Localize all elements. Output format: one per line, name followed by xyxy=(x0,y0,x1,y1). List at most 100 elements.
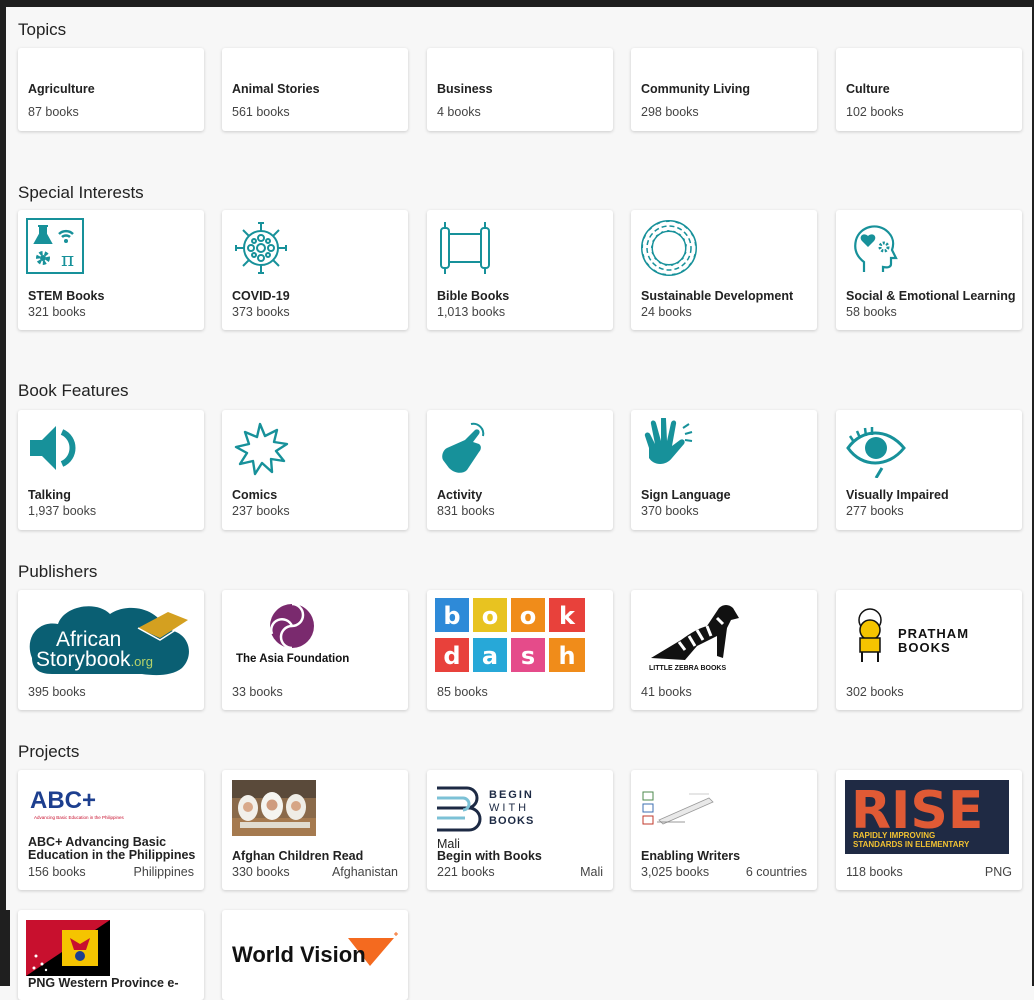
card-country: PNG xyxy=(984,865,1012,879)
card-count: 277 books xyxy=(846,504,904,518)
section-title-special-interests: Special Interests xyxy=(18,183,144,202)
png-flag-logo xyxy=(26,920,110,976)
section-title-book-features: Book Features xyxy=(18,381,129,400)
logo-letter: o xyxy=(520,602,537,630)
feature-card-activity[interactable]: Activity 831 books xyxy=(427,410,613,530)
sdg-wheel-icon xyxy=(641,220,697,276)
topic-card-business[interactable]: Business 4 books xyxy=(427,48,613,131)
card-count: 370 books xyxy=(641,504,699,518)
project-card-abc-plus[interactable]: ABC+ Advancing Basic Education in the Ph… xyxy=(18,770,204,890)
card-title: Community Living xyxy=(641,82,751,96)
card-count: 1,937 books xyxy=(28,504,97,518)
logo-subtext-line2: STANDARDS IN ELEMENTARY xyxy=(853,840,970,849)
logo-text: World Vision xyxy=(232,942,366,967)
card-count: 33 books xyxy=(232,685,283,699)
card-country: Philippines xyxy=(133,865,194,879)
card-count: 156 books xyxy=(28,865,86,879)
asia-foundation-logo: The Asia Foundation xyxy=(236,602,349,665)
world-vision-logo: World Vision xyxy=(232,932,398,967)
head-heart-icon xyxy=(854,225,898,272)
project-card-begin-with-books[interactable]: BEGIN WITH BOOKS Mali Begin with Books 2… xyxy=(427,770,613,890)
card-count: 3,025 books xyxy=(641,865,710,879)
card-count: 330 books xyxy=(232,865,290,879)
logo-letter: k xyxy=(559,602,576,630)
special-card-bible[interactable]: Bible Books 1,013 books xyxy=(427,210,613,330)
logo-letter: h xyxy=(558,642,575,670)
special-card-stem[interactable]: π STEM Books 321 books xyxy=(18,210,204,330)
publisher-card-little-zebra[interactable]: LITTLE ZEBRA BOOKS 41 books xyxy=(631,590,817,710)
little-zebra-logo: LITTLE ZEBRA BOOKS xyxy=(649,605,739,672)
special-card-covid[interactable]: COVID-19 373 books xyxy=(222,210,408,330)
sign-hand-icon xyxy=(644,418,693,464)
card-count: 58 books xyxy=(846,305,897,319)
logo-text: LITTLE ZEBRA BOOKS xyxy=(649,665,726,672)
logo-text-org: .org xyxy=(131,654,153,669)
project-card-world-vision[interactable]: World Vision xyxy=(222,910,408,1000)
card-title: Sustainable Development xyxy=(641,289,794,303)
card-title: ABC+ Advancing Basic Education in the Ph… xyxy=(28,836,195,862)
card-title: Enabling Writers xyxy=(641,849,741,863)
logo-subtext-line1: RAPIDLY IMPROVING xyxy=(853,831,935,840)
window-frame-corner xyxy=(0,910,10,986)
topic-card-community-living[interactable]: Community Living 298 books xyxy=(631,48,817,131)
card-title: Begin with Books xyxy=(437,849,542,863)
card-count: 373 books xyxy=(232,305,290,319)
begin-with-books-logo: BEGIN WITH BOOKS xyxy=(437,786,534,832)
card-title: Sign Language xyxy=(641,488,731,502)
logo-letter: d xyxy=(443,642,460,670)
abc-plus-logo: ABC+ Advancing Basic Education in the Ph… xyxy=(30,787,125,820)
logo-text: The Asia Foundation xyxy=(236,653,349,665)
publisher-card-african-storybook[interactable]: African Storybook.org 395 books xyxy=(18,590,204,710)
section-title-topics: Topics xyxy=(18,20,67,39)
card-count: 24 books xyxy=(641,305,692,319)
topic-card-culture[interactable]: Culture 102 books xyxy=(836,48,1022,131)
section-title-projects: Projects xyxy=(18,742,80,761)
logo-text-line2: BOOKS xyxy=(898,640,951,655)
logo-text-line3: BOOKS xyxy=(489,815,534,827)
logo-text-line1: PRATHAM xyxy=(898,626,969,641)
topic-card-agriculture[interactable]: Agriculture 87 books xyxy=(18,48,204,131)
feature-card-sign-language[interactable]: Sign Language 370 books xyxy=(631,410,817,530)
publisher-card-book-dash[interactable]: b o o k d a s h 85 books xyxy=(427,590,613,710)
eye-icon xyxy=(846,427,906,478)
logo-text-line2: WITH xyxy=(489,802,529,814)
feature-card-comics[interactable]: Comics 237 books xyxy=(222,410,408,530)
topic-card-animal-stories[interactable]: Animal Stories 561 books xyxy=(222,48,408,131)
card-count: 831 books xyxy=(437,504,495,518)
card-title: Business xyxy=(437,82,493,96)
special-card-sustainable-development[interactable]: Sustainable Development 24 books xyxy=(631,210,817,330)
svg-text:π: π xyxy=(61,247,74,271)
logo-letter: a xyxy=(482,642,498,670)
afghan-children-photo xyxy=(232,780,316,836)
project-card-enabling-writers[interactable]: Enabling Writers 3,025 books 6 countries xyxy=(631,770,817,890)
card-title: Bible Books xyxy=(437,289,510,303)
card-country: Mali xyxy=(580,865,603,879)
logo-letter: o xyxy=(482,602,499,630)
project-card-png-western-province[interactable]: PNG Western Province e- xyxy=(18,910,204,1000)
card-title: PNG Western Province e- xyxy=(28,976,179,990)
card-count: 102 books xyxy=(846,105,904,119)
logo-letter: s xyxy=(521,642,535,670)
project-card-afghan-children-read[interactable]: Afghan Children Read 330 books Afghanist… xyxy=(222,770,408,890)
card-title: Visually Impaired xyxy=(846,488,949,502)
feature-card-visually-impaired[interactable]: Visually Impaired 277 books xyxy=(836,410,1022,530)
section-title-publishers: Publishers xyxy=(18,562,98,581)
virus-icon xyxy=(235,222,287,274)
logo-text-line1: BEGIN xyxy=(489,789,534,801)
card-count: 4 books xyxy=(437,105,481,119)
scroll-icon xyxy=(440,222,490,274)
feature-card-talking[interactable]: Talking 1,937 books xyxy=(18,410,204,530)
publisher-card-asia-foundation[interactable]: The Asia Foundation 33 books xyxy=(222,590,408,710)
pointing-hand-icon xyxy=(442,422,485,473)
rise-logo: RISE RAPIDLY IMPROVING STANDARDS IN ELEM… xyxy=(845,780,1009,854)
card-count: 298 books xyxy=(641,105,699,119)
card-count: 395 books xyxy=(28,685,86,699)
card-country: Afghanistan xyxy=(331,865,398,879)
card-count: 302 books xyxy=(846,685,904,699)
window-frame-top xyxy=(0,0,1034,7)
card-count: 118 books xyxy=(846,865,903,879)
publisher-card-pratham-books[interactable]: PRATHAM BOOKS 302 books xyxy=(836,590,1022,710)
project-card-rise[interactable]: RISE RAPIDLY IMPROVING STANDARDS IN ELEM… xyxy=(836,770,1022,890)
card-count: 41 books xyxy=(641,685,692,699)
special-card-social-emotional[interactable]: Social & Emotional Learning 58 books xyxy=(836,210,1022,330)
